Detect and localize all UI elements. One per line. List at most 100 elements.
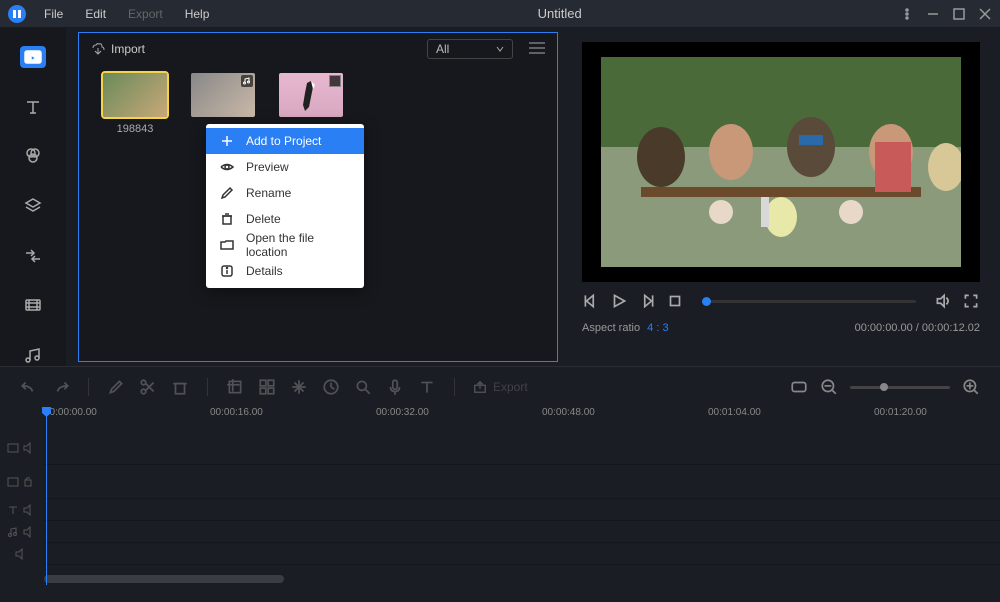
track-head[interactable] [0,431,40,464]
main-area: Import All 198843 [0,28,1000,366]
sidebar-music[interactable] [20,344,46,366]
undo-button[interactable] [20,378,38,396]
import-button[interactable]: Import [91,42,145,56]
sidebar-transitions[interactable] [20,245,46,267]
info-icon [220,264,234,278]
preview-controls [582,292,980,310]
video-track-2[interactable] [44,465,1000,499]
menu-edit[interactable]: Edit [75,3,116,25]
more-icon[interactable] [900,7,914,21]
aspect-ratio-label: Aspect ratio [582,322,640,334]
ctx-add-to-project[interactable]: Add to Project [206,128,364,154]
folder-icon [220,238,234,252]
sidebar-overlays[interactable] [20,195,46,217]
filter-dropdown[interactable]: All [427,39,513,59]
timeline-toolbar: Export [0,367,1000,407]
video-track-1[interactable] [44,431,1000,465]
import-label: Import [111,42,145,56]
media-thumbnail[interactable] [279,73,343,117]
menu-help[interactable]: Help [175,3,220,25]
sidebar-filters[interactable] [20,145,46,167]
ctx-rename[interactable]: Rename [206,180,364,206]
stop-button[interactable] [666,292,684,310]
media-panel: Import All 198843 [66,28,562,366]
media-item[interactable]: 198843 [103,73,167,135]
sidebar-text[interactable] [20,96,46,118]
video-frame [601,57,961,267]
next-frame-button[interactable] [638,292,656,310]
ruler-label: 00:00:16.00 [210,407,263,418]
zoom-out-button[interactable] [820,378,838,396]
ctx-delete[interactable]: Delete [206,206,364,232]
pencil-icon [220,186,234,200]
track-head[interactable] [0,543,40,564]
sidebar [0,28,66,366]
timeline-ruler[interactable]: 00:00:00.00 00:00:16.00 00:00:32.00 00:0… [0,407,1000,431]
split-button[interactable] [139,378,157,396]
prev-frame-button[interactable] [582,292,600,310]
aspect-ratio-value[interactable]: 4 : 3 [647,322,668,334]
media-toolbar: Import All [79,33,557,65]
audio-track[interactable] [44,521,1000,543]
context-menu: Add to Project Preview Rename Delete Ope… [206,124,364,288]
text-tool-button[interactable] [418,378,436,396]
media-item-label: 198843 [103,123,167,135]
delete-button[interactable] [171,378,189,396]
ruler-label: 00:01:20.00 [874,407,927,418]
fullscreen-button[interactable] [962,292,980,310]
track-head[interactable] [0,499,40,520]
ctx-label: Add to Project [246,134,321,148]
crop-button[interactable] [226,378,244,396]
close-icon[interactable] [978,7,992,21]
preview-progress[interactable] [702,300,916,303]
playhead[interactable] [46,407,47,585]
export-button[interactable]: Export [473,378,528,396]
menu-file[interactable]: File [34,3,73,25]
audio-badge-icon [241,75,253,87]
ctx-label: Preview [246,160,289,174]
menu-export: Export [118,3,173,25]
text-track[interactable] [44,499,1000,521]
ctx-open-location[interactable]: Open the file location [206,232,364,258]
timeline-zoom [790,378,980,396]
progress-handle[interactable] [702,297,711,306]
speed-button[interactable] [322,378,340,396]
list-view-toggle[interactable] [529,41,545,58]
ctx-preview[interactable]: Preview [206,154,364,180]
zoom-button[interactable] [354,378,372,396]
maximize-icon[interactable] [952,7,966,21]
preview-info: Aspect ratio 4 : 3 00:00:00.00 / 00:00:1… [582,322,980,334]
minimize-icon[interactable] [926,7,940,21]
edit-button[interactable] [107,378,125,396]
timeline-tracks [0,431,1000,585]
ruler-label: 00:01:04.00 [708,407,761,418]
sidebar-media[interactable] [20,46,46,68]
document-title: Untitled [219,6,900,21]
media-thumbnail[interactable] [191,73,255,117]
sidebar-elements[interactable] [20,295,46,317]
fit-button[interactable] [790,378,808,396]
mosaic-button[interactable] [258,378,276,396]
timeline-section: Export 00:00:00.00 00:00:16.00 00:00:32.… [0,366,1000,585]
zoom-in-button[interactable] [962,378,980,396]
play-button[interactable] [610,292,628,310]
ctx-details[interactable]: Details [206,258,364,284]
preview-viewport [582,42,980,282]
extra-track[interactable] [44,543,1000,565]
volume-button[interactable] [934,292,952,310]
preview-time: 00:00:00.00 / 00:00:12.02 [855,322,980,334]
plus-icon [220,134,234,148]
horizontal-scrollbar[interactable] [44,575,284,583]
titlebar: File Edit Export Help Untitled [0,0,1000,28]
app-logo [8,5,26,23]
voiceover-button[interactable] [386,378,404,396]
ruler-label: 00:00:32.00 [376,407,429,418]
ctx-label: Open the file location [246,231,350,259]
redo-button[interactable] [52,378,70,396]
zoom-slider[interactable] [850,386,950,389]
track-head[interactable] [0,465,40,498]
zoom-handle[interactable] [880,383,888,391]
track-head[interactable] [0,521,40,542]
freeze-button[interactable] [290,378,308,396]
media-thumbnail[interactable] [103,73,167,117]
